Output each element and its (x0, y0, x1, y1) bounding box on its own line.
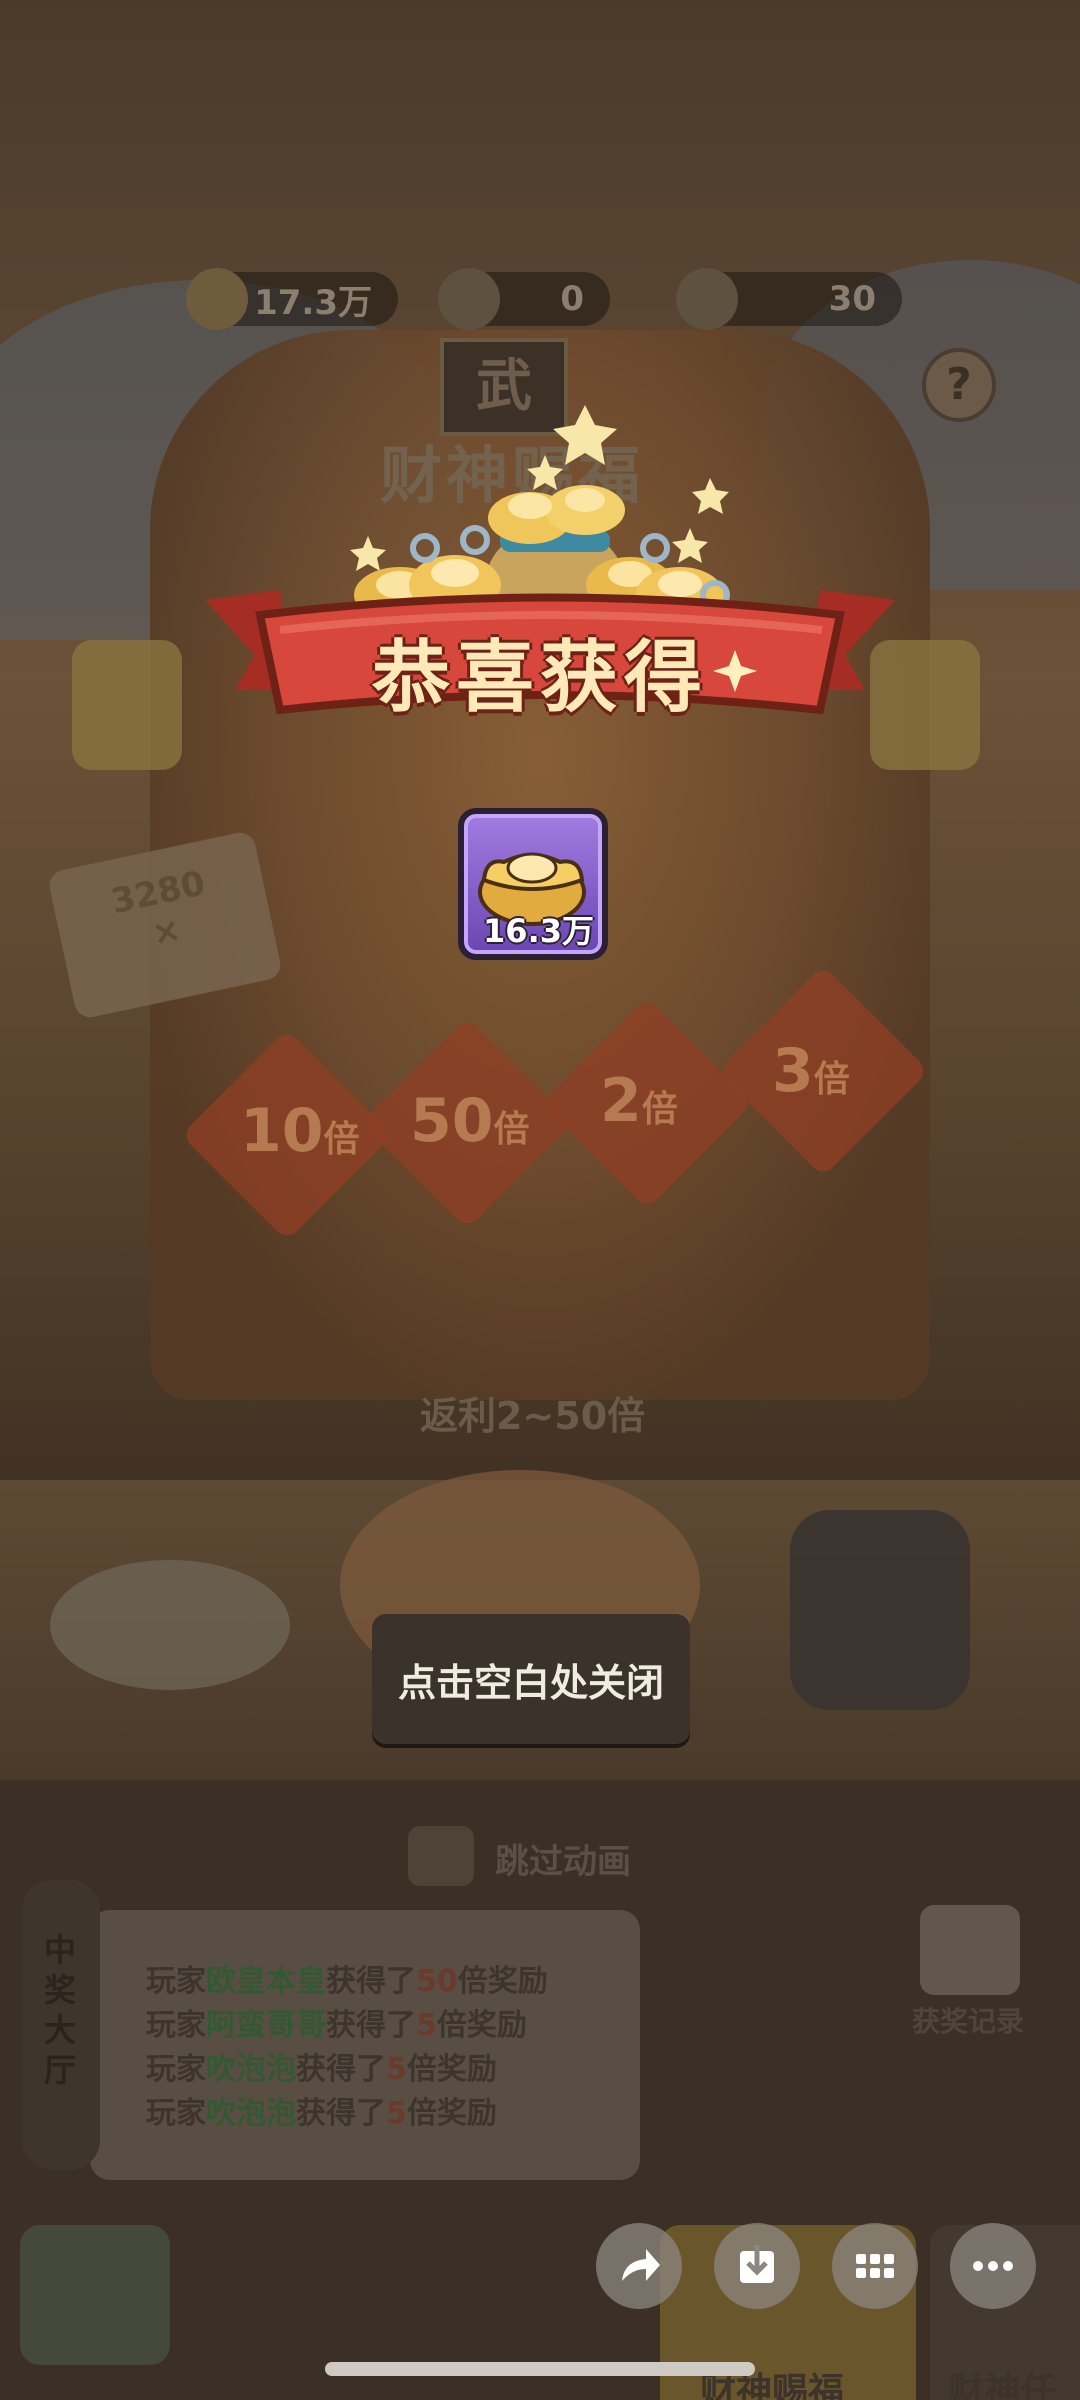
download-button[interactable] (714, 2223, 800, 2309)
download-icon (740, 2245, 774, 2283)
more-button[interactable] (950, 2223, 1036, 2309)
share-button[interactable] (596, 2223, 682, 2309)
grid-icon (856, 2254, 894, 2278)
share-icon (622, 2249, 660, 2281)
dim-overlay[interactable] (0, 0, 1080, 2400)
popup-title: 恭喜获得 (371, 633, 708, 723)
reward-amount: 16.3万 (483, 912, 594, 950)
apps-button[interactable] (832, 2223, 918, 2309)
close-hint-button[interactable]: 点击空白处关闭 (372, 1614, 690, 1744)
game-screen[interactable]: 17.3万 0 30 ? 武 财神赐福 3280 × 10倍 50倍 2倍 3倍… (0, 0, 1080, 2400)
home-indicator[interactable] (325, 2362, 755, 2376)
reward-item-card: 16.3万 (458, 808, 608, 960)
reward-banner (205, 405, 895, 715)
more-icon (973, 2261, 1013, 2271)
